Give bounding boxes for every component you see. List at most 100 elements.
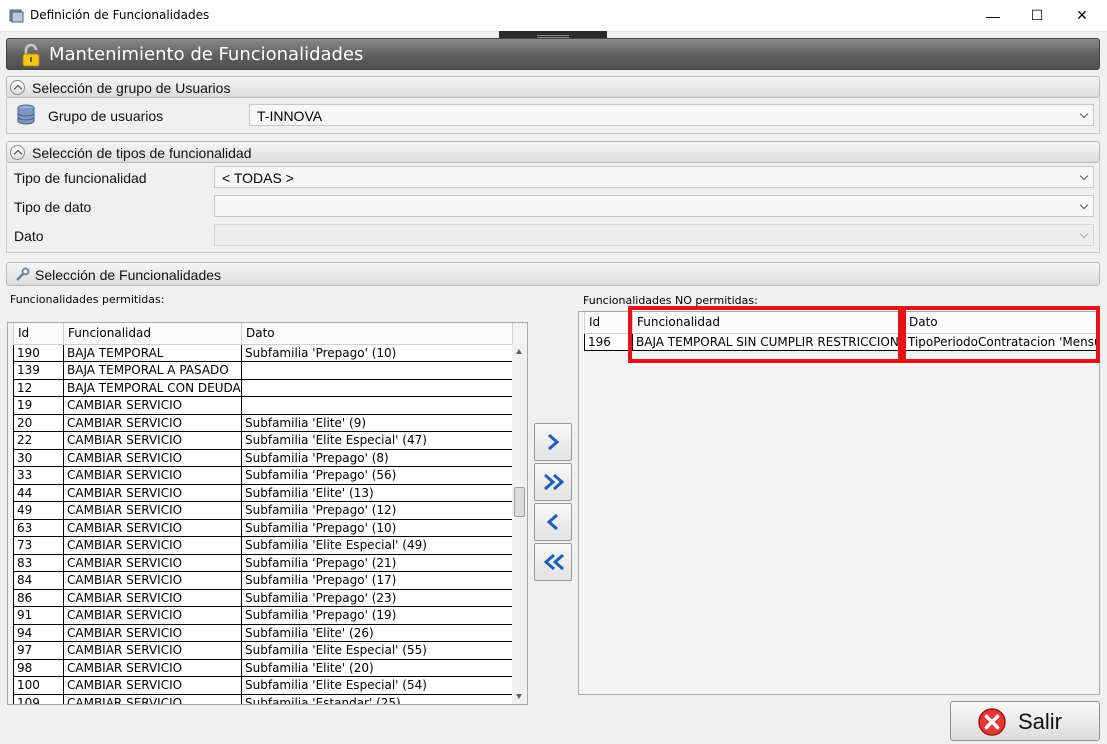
move-one-right-button[interactable] xyxy=(534,423,572,461)
close-button[interactable]: ✕ xyxy=(1059,0,1105,31)
table-cell: 100 xyxy=(13,676,64,695)
table-row[interactable]: 19 CAMBIAR SERVICIO xyxy=(13,396,513,415)
minimize-button[interactable]: — xyxy=(970,0,1016,31)
no-permitidas-grid[interactable]: Id Funcionalidad Dato 196 BAJA TEMPORAL SIN… xyxy=(578,311,1100,695)
table-row[interactable]: 100 CAMBIAR SERVICIO Subfamilia 'Elite Esp… xyxy=(13,676,513,695)
salir-label: Salir xyxy=(1018,709,1063,734)
table-row[interactable]: 49 CAMBIAR SERVICIO Subfamilia 'Prepago' (… xyxy=(13,501,513,520)
table-cell: BAJA TEMPORAL CON DEUDAS xyxy=(63,379,242,397)
table-cell: 30 xyxy=(13,449,64,467)
column-header[interactable]: Id xyxy=(584,312,633,334)
move-all-right-button[interactable] xyxy=(534,463,572,501)
table-row[interactable]: 86 CAMBIAR SERVICIO Subfamilia 'Prepago' (… xyxy=(13,589,513,607)
chevron-down-icon xyxy=(1079,109,1089,119)
column-header[interactable]: Funcionalidad xyxy=(63,323,242,345)
table-row[interactable]: 190 BAJA TEMPORAL Subfamilia 'Prepago' (10… xyxy=(13,344,513,362)
table-cell: CAMBIAR SERVICIO xyxy=(63,466,242,485)
close-icon: ✕ xyxy=(1076,7,1088,23)
highlight-box-funcionalidad xyxy=(628,306,902,363)
table-cell: CAMBIAR SERVICIO xyxy=(63,449,242,467)
table-cell: 22 xyxy=(13,431,64,450)
table-cell: Subfamilia 'Prepago' (10) xyxy=(241,344,513,362)
salir-button[interactable]: Salir xyxy=(950,701,1100,741)
table-row[interactable]: 22 CAMBIAR SERVICIO Subfamilia 'Elite Espe… xyxy=(13,431,513,450)
tools-icon xyxy=(16,267,30,281)
table-cell: CAMBIAR SERVICIO xyxy=(63,484,242,502)
table-row[interactable]: 139 BAJA TEMPORAL A PASADO xyxy=(13,361,513,380)
table-cell: 44 xyxy=(13,484,64,502)
table-cell: Subfamilia 'Prepago' (12) xyxy=(241,501,513,520)
grupo-select[interactable]: T-INNOVA xyxy=(249,104,1094,126)
table-row[interactable]: 63 CAMBIAR SERVICIO Subfamilia 'Prepago' (… xyxy=(13,519,513,537)
move-one-left-button[interactable] xyxy=(534,503,572,541)
section-header-grupo[interactable]: Selección de grupo de Usuarios xyxy=(6,76,1100,98)
table-cell: BAJA TEMPORAL xyxy=(63,344,242,362)
table-row[interactable]: 33 CAMBIAR SERVICIO Subfamilia 'Prepago' (… xyxy=(13,466,513,485)
scroll-thumb[interactable] xyxy=(514,487,525,517)
table-cell: Subfamilia 'Elite' (13) xyxy=(241,484,513,502)
app-icon xyxy=(9,9,24,23)
table-cell: 20 xyxy=(13,414,64,432)
table-row[interactable]: 94 CAMBIAR SERVICIO Subfamilia 'Elite' (26… xyxy=(13,624,513,642)
table-cell xyxy=(241,361,513,380)
table-cell: CAMBIAR SERVICIO xyxy=(63,641,242,660)
table-cell: CAMBIAR SERVICIO xyxy=(63,536,242,555)
scroll-down-icon[interactable] xyxy=(516,694,522,699)
table-row[interactable]: 97 CAMBIAR SERVICIO Subfamilia 'Elite Espe… xyxy=(13,641,513,660)
column-header[interactable]: Dato xyxy=(241,323,513,345)
table-row[interactable]: 84 CAMBIAR SERVICIO Subfamilia 'Prepago' (… xyxy=(13,571,513,590)
table-cell: 49 xyxy=(13,501,64,520)
section-title: Selección de Funcionalidades xyxy=(35,267,222,283)
maximize-button[interactable]: ☐ xyxy=(1014,0,1060,31)
table-row[interactable]: 73 CAMBIAR SERVICIO Subfamilia 'Elite Espe… xyxy=(13,536,513,555)
table-cell: 83 xyxy=(13,554,64,572)
table-cell: Subfamilia 'Elite Especial' (47) xyxy=(241,431,513,450)
move-all-left-button[interactable] xyxy=(534,543,572,581)
permitidas-scrollbar[interactable] xyxy=(512,344,527,704)
table-cell: CAMBIAR SERVICIO xyxy=(63,431,242,450)
table-cell: 190 xyxy=(13,344,64,362)
chevron-left-icon xyxy=(546,513,558,531)
table-cell: CAMBIAR SERVICIO xyxy=(63,659,242,677)
double-chevron-left-icon xyxy=(543,553,564,571)
table-row[interactable]: 12 BAJA TEMPORAL CON DEUDAS xyxy=(13,379,513,397)
table-row[interactable]: 30 CAMBIAR SERVICIO Subfamilia 'Prepago' (… xyxy=(13,449,513,467)
collapse-icon[interactable] xyxy=(10,145,25,160)
table-cell: 94 xyxy=(13,624,64,642)
table-cell: 19 xyxy=(13,396,64,415)
table-cell: BAJA TEMPORAL A PASADO xyxy=(63,361,242,380)
table-cell: Subfamilia 'Elite Especial' (49) xyxy=(241,536,513,555)
collapse-icon[interactable] xyxy=(10,80,25,95)
section-header-tipos[interactable]: Selección de tipos de funcionalidad xyxy=(6,141,1100,163)
table-row[interactable]: 98 CAMBIAR SERVICIO Subfamilia 'Elite' (20… xyxy=(13,659,513,677)
table-cell: CAMBIAR SERVICIO xyxy=(63,571,242,590)
table-cell xyxy=(241,396,513,415)
table-cell: 91 xyxy=(13,606,64,625)
tipo-funcionalidad-select[interactable]: < TODAS > xyxy=(214,166,1094,188)
table-cell: CAMBIAR SERVICIO xyxy=(63,589,242,607)
chevron-down-icon xyxy=(1079,171,1089,181)
column-header[interactable]: Id xyxy=(13,323,64,345)
section-title: Selección de grupo de Usuarios xyxy=(32,80,231,96)
table-row[interactable]: 109 CAMBIAR SERVICIO Subfamilia 'Estandar'… xyxy=(13,694,513,704)
table-cell: Subfamilia 'Elite Especial' (55) xyxy=(241,641,513,660)
table-cell: Subfamilia 'Elite' (9) xyxy=(241,414,513,432)
tipo-dato-select[interactable] xyxy=(214,195,1094,217)
scroll-up-icon[interactable] xyxy=(516,349,522,354)
table-cell: 33 xyxy=(13,466,64,485)
tipo-funcionalidad-label: Tipo de funcionalidad xyxy=(14,170,147,186)
table-cell: Subfamilia 'Prepago' (19) xyxy=(241,606,513,625)
window-titlebar: Definición de Funcionalidades — ☐ ✕ xyxy=(0,0,1107,32)
page-title: Mantenimiento de Funcionalidades xyxy=(49,44,364,65)
table-row[interactable]: 91 CAMBIAR SERVICIO Subfamilia 'Prepago' (… xyxy=(13,606,513,625)
table-cell: CAMBIAR SERVICIO xyxy=(63,606,242,625)
table-cell: 196 xyxy=(584,333,633,351)
table-row[interactable]: 83 CAMBIAR SERVICIO Subfamilia 'Prepago' (… xyxy=(13,554,513,572)
section-body-grupo: Grupo de usuarios T-INNOVA xyxy=(6,98,1100,134)
table-row[interactable]: 44 CAMBIAR SERVICIO Subfamilia 'Elite' (13… xyxy=(13,484,513,502)
table-cell: 73 xyxy=(13,536,64,555)
table-row[interactable]: 20 CAMBIAR SERVICIO Subfamilia 'Elite' (9) xyxy=(13,414,513,432)
table-cell: Subfamilia 'Prepago' (21) xyxy=(241,554,513,572)
database-icon xyxy=(17,104,35,125)
permitidas-grid[interactable]: Id Funcionalidad Dato 190 BAJA TEMPORAL Subf… xyxy=(7,322,528,705)
